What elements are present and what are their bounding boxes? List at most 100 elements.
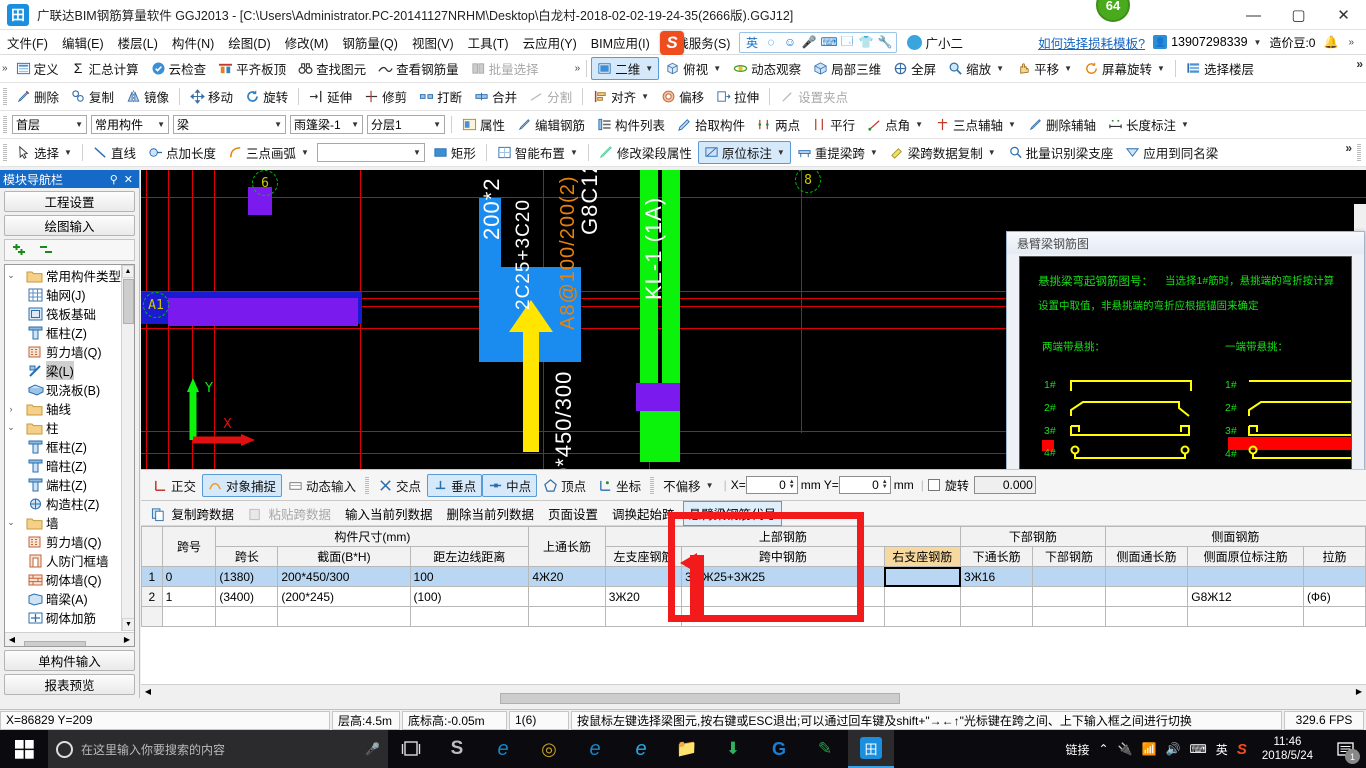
dialog-row-4-label-right[interactable]: 4# (1225, 448, 1237, 460)
tool-trim[interactable]: 修剪 (358, 85, 413, 108)
menu-edit[interactable]: 编辑(E) (55, 31, 111, 54)
notification-center-button[interactable]: 1 (1328, 730, 1362, 768)
tool-define[interactable]: 定义 (10, 57, 65, 80)
chevron-down-icon[interactable]: ▼ (1254, 38, 1262, 47)
tree-expander-icon[interactable]: › (5, 404, 17, 414)
tool-three-point-axis[interactable]: 三点辅轴 ▼ (929, 113, 1022, 136)
btn-paste-span-data[interactable]: 粘贴跨数据 (242, 501, 337, 526)
tool-in-situ-mark[interactable]: 原位标注 ▼ (697, 141, 791, 164)
tree-horizontal-scrollbar[interactable]: ◀ ▶ (5, 632, 134, 646)
rebar-shape-1-left[interactable] (1068, 377, 1194, 393)
btn-swap-start-span[interactable]: 调换起始跨 (606, 501, 681, 526)
cell-side-through[interactable] (1104, 566, 1189, 587)
tool-select[interactable]: 选择 ▼ (10, 141, 78, 164)
taskbar-app-file-explorer[interactable]: 📁 (664, 730, 710, 768)
dialog-row-3-label-right[interactable]: 3# (1225, 425, 1237, 437)
ime-toolbox-icon[interactable]: 🗔 (839, 32, 854, 53)
close-icon[interactable]: ✕ (121, 173, 136, 186)
tree-vertical-scrollbar[interactable]: ▲ ▼ (121, 265, 134, 631)
tree-item-剪力墙Q[interactable]: 剪力墙(Q) (5, 532, 121, 551)
cell-side-through[interactable] (1104, 586, 1189, 607)
tool-move[interactable]: 移动 (184, 85, 239, 108)
cell-span-no[interactable]: 1 (161, 586, 217, 607)
dialog-row-4-label-left[interactable]: 4# (1044, 447, 1056, 459)
component-tree[interactable]: ⌄ 常用构件类型 轴网(J) 筏板基础 框柱(Z) 剪力墙(Q) 梁(L) 现浇板(B) › 轴线… (5, 265, 121, 631)
volume-icon[interactable]: 🔊 (1166, 742, 1181, 756)
sidebar-button-report-preview[interactable]: 报表预览 (4, 674, 135, 695)
snap-ortho[interactable]: 正交 (147, 474, 202, 497)
assistant-button[interactable]: 广小二 (907, 33, 963, 52)
toolbar-overflow-left-icon[interactable]: » (0, 63, 10, 74)
tool-two-point[interactable]: 两点 (751, 113, 806, 136)
chevron-down-icon[interactable]: ▼ (75, 120, 83, 129)
cell-top-through[interactable]: 4Ж20 (528, 566, 606, 587)
cell-tie[interactable]: (Ф6) (1302, 586, 1366, 607)
tool-align[interactable]: 对齐 ▼ (587, 85, 655, 108)
chevron-down-icon[interactable]: ▼ (996, 64, 1004, 73)
account-button[interactable]: 👤 13907298339 ▼ (1153, 35, 1261, 49)
tree-item-暗梁A[interactable]: 暗梁(A) (5, 589, 121, 608)
rebar-shape-4-right[interactable] (1248, 445, 1352, 465)
toolbar-grip[interactable] (3, 116, 7, 133)
scroll-left-icon[interactable]: ◀ (141, 687, 155, 696)
btn-delete-current-col[interactable]: 删除当前列数据 (441, 501, 541, 526)
cell-left-support[interactable]: 3Ж20 (604, 586, 683, 607)
sidebar-button-single-component-input[interactable]: 单构件输入 (4, 650, 135, 671)
chevron-down-icon[interactable]: ▼ (1008, 120, 1016, 129)
toolbar1-expand-icon[interactable]: » (1356, 57, 1363, 71)
cell-left-support[interactable] (604, 566, 683, 587)
table-row[interactable]: 1 0 (1380) 200*450/300 100 4Ж20 3-2Ж25+3… (141, 566, 1366, 587)
tool-pan[interactable]: 平移 ▼ (1010, 57, 1078, 80)
chevron-down-icon[interactable]: ▼ (413, 148, 421, 157)
cell-dist-left[interactable]: 100 (409, 566, 530, 587)
toolbar4-expand-icon[interactable]: » (1345, 141, 1352, 155)
component-type-combo[interactable]: 梁 ▼ (173, 115, 286, 134)
snap-coordinate[interactable]: 坐标 (592, 474, 647, 497)
tool-edit-rebar[interactable]: 编辑钢筋 (511, 113, 591, 136)
tool-batch-select[interactable]: 批量选择 (465, 57, 545, 80)
menu-tools[interactable]: 工具(T) (461, 31, 516, 54)
mic-icon[interactable]: 🎤 (365, 742, 380, 756)
ime-toolbar[interactable]: 英 ◌ ☺ 🎤 ⌨ 🗔 👕 🔧 (739, 31, 898, 53)
tool-screen-rotate[interactable]: 屏幕旋转 ▼ (1078, 57, 1171, 80)
cell-right-support[interactable] (883, 586, 962, 607)
menu-bim-app[interactable]: BIM应用(I) (584, 31, 657, 54)
menu-component[interactable]: 构件(N) (165, 31, 221, 54)
btn-copy-span-data[interactable]: 复制跨数据 (145, 501, 240, 526)
collapse-all-icon[interactable] (38, 243, 55, 257)
start-button[interactable] (0, 730, 48, 768)
tool-view-rebar-qty[interactable]: 查看钢筋量 (372, 57, 465, 80)
axis-bubble-8[interactable]: 8 (795, 170, 821, 193)
chevron-down-icon[interactable]: ▼ (988, 148, 996, 157)
rebar-shape-3-left[interactable] (1068, 422, 1194, 442)
taskbar-app-notes[interactable]: ✎ (802, 730, 848, 768)
sidebar-button-draw-input[interactable]: 绘图输入 (4, 215, 135, 236)
axis-bubble-6[interactable]: 6 (252, 170, 278, 196)
tool-rectangle[interactable]: 矩形 (427, 141, 482, 164)
chevron-down-icon[interactable]: ▼ (64, 148, 72, 157)
menu-view[interactable]: 视图(V) (405, 31, 461, 54)
tree-expander-icon[interactable]: ⌄ (5, 270, 17, 281)
chevron-up-icon[interactable]: ⌃ (1099, 742, 1109, 756)
cell-right-support[interactable] (883, 566, 962, 587)
tree-item-剪力墙Q[interactable]: 剪力墙(Q) (5, 342, 121, 361)
chevron-down-icon[interactable]: ▼ (351, 120, 359, 129)
y-input[interactable]: 0 ▲ ▼ (838, 476, 891, 494)
help-link[interactable]: 如何选择损耗模板? (1038, 33, 1145, 52)
menu-draw[interactable]: 绘图(D) (221, 31, 277, 54)
taskbar-app-ie[interactable]: e (572, 730, 618, 768)
menu-file[interactable]: 文件(F) (0, 31, 55, 54)
cell-span-length[interactable]: (3400) (215, 586, 279, 607)
ime-keyboard-icon[interactable]: ⌨ (820, 35, 837, 49)
cell-side-insitu[interactable]: G8Ж12 (1187, 586, 1304, 607)
menu-floor[interactable]: 楼层(L) (111, 31, 165, 54)
tree-item-筏板基础[interactable]: 筏板基础 (5, 304, 121, 323)
beam-element-selected[interactable] (168, 298, 358, 326)
ime-emoji-icon[interactable]: ☺ (782, 35, 797, 49)
tool-stretch[interactable]: 拉伸 (710, 85, 765, 108)
scroll-up-icon[interactable]: ▲ (122, 265, 134, 278)
snap-vertex[interactable]: 顶点 (537, 474, 592, 497)
tool-properties[interactable]: 属性 (456, 113, 511, 136)
table-row-empty[interactable] (141, 606, 1366, 627)
tool-local-3d[interactable]: 局部三维 (807, 57, 887, 80)
